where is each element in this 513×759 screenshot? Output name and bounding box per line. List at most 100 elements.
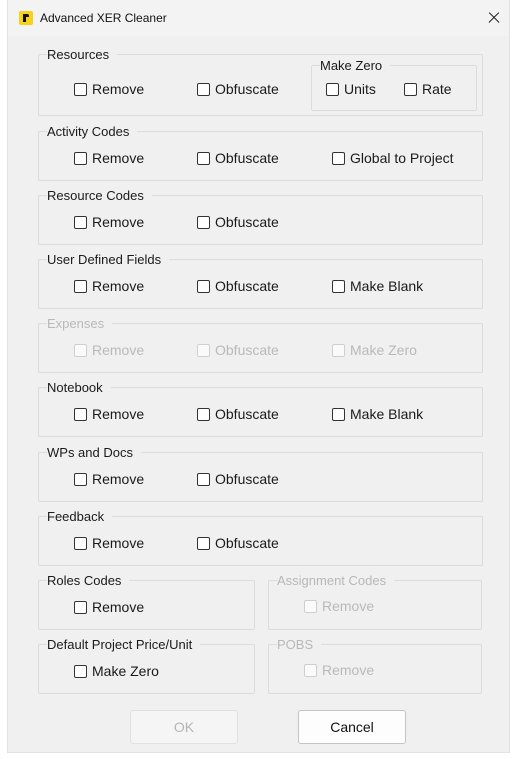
checkbox-label: Remove xyxy=(92,599,145,615)
group-default-project-price: Default Project Price/Unit Make Zero xyxy=(38,637,255,694)
checkbox-box xyxy=(332,343,345,357)
group-title: Make Zero xyxy=(320,58,391,74)
checkbox-box[interactable] xyxy=(332,151,345,165)
checkbox-label: Make Zero xyxy=(350,342,417,358)
group-title: Activity Codes xyxy=(47,124,138,140)
group-notebook: Notebook Remove Obfuscate Make Blank xyxy=(38,380,483,437)
checkbox-label: Remove xyxy=(92,81,145,97)
checkbox-label: Remove xyxy=(92,278,145,294)
checkbox-box xyxy=(74,343,87,357)
notebook-remove-checkbox[interactable]: Remove xyxy=(74,405,144,423)
resources-obfuscate-checkbox[interactable]: Obfuscate xyxy=(197,80,279,98)
group-roles-codes: Roles Codes Remove xyxy=(38,573,255,630)
checkbox-box[interactable] xyxy=(197,536,210,550)
checkbox-box[interactable] xyxy=(197,151,210,165)
checkbox-box[interactable] xyxy=(326,82,339,96)
checkbox-box[interactable] xyxy=(74,664,87,678)
group-pobs: POBS Remove xyxy=(268,637,482,694)
group-title: Expenses xyxy=(47,316,113,332)
activity-codes-remove-checkbox[interactable]: Remove xyxy=(74,149,144,167)
feedback-remove-checkbox[interactable]: Remove xyxy=(74,534,144,552)
roles-codes-remove-checkbox[interactable]: Remove xyxy=(74,598,144,616)
group-user-defined-fields: User Defined Fields Remove Obfuscate Mak… xyxy=(38,252,483,309)
resources-remove-checkbox[interactable]: Remove xyxy=(74,80,144,98)
checkbox-box[interactable] xyxy=(197,82,210,96)
dialog-window: Advanced XER Cleaner Resources Remove Ob… xyxy=(8,0,509,752)
checkbox-label: Remove xyxy=(92,342,145,358)
feedback-obfuscate-checkbox[interactable]: Obfuscate xyxy=(197,534,279,552)
checkbox-label: Make Zero xyxy=(92,663,159,679)
checkbox-box[interactable] xyxy=(74,215,87,229)
group-resources: Resources Remove Obfuscate Make Zero Uni… xyxy=(38,47,483,116)
activity-codes-obfuscate-checkbox[interactable]: Obfuscate xyxy=(197,149,279,167)
checkbox-box[interactable] xyxy=(404,82,417,96)
cancel-button[interactable]: Cancel xyxy=(298,710,406,744)
window-title: Advanced XER Cleaner xyxy=(40,11,167,25)
checkbox-label: Obfuscate xyxy=(215,471,279,487)
checkbox-box[interactable] xyxy=(197,279,210,293)
make-zero-units-checkbox[interactable]: Units xyxy=(326,80,376,98)
default-price-make-zero-checkbox[interactable]: Make Zero xyxy=(74,662,159,680)
checkbox-box[interactable] xyxy=(74,407,87,421)
checkbox-box[interactable] xyxy=(74,536,87,550)
group-feedback: Feedback Remove Obfuscate xyxy=(38,509,483,566)
checkbox-box[interactable] xyxy=(74,279,87,293)
checkbox-label: Make Blank xyxy=(350,278,424,294)
group-title: Notebook xyxy=(47,380,111,396)
checkbox-box[interactable] xyxy=(197,215,210,229)
notebook-obfuscate-checkbox[interactable]: Obfuscate xyxy=(197,405,279,423)
checkbox-label: Obfuscate xyxy=(215,342,279,358)
resource-codes-remove-checkbox[interactable]: Remove xyxy=(74,213,144,231)
checkbox-label: Make Blank xyxy=(350,406,424,422)
udf-remove-checkbox[interactable]: Remove xyxy=(74,277,144,295)
title-bar: Advanced XER Cleaner xyxy=(8,0,509,36)
checkbox-box[interactable] xyxy=(197,472,210,486)
group-title: POBS xyxy=(277,637,322,653)
checkbox-box[interactable] xyxy=(197,407,210,421)
ok-button: OK xyxy=(130,710,238,744)
checkbox-box xyxy=(304,663,317,677)
app-logo-icon xyxy=(19,11,33,25)
checkbox-box[interactable] xyxy=(74,600,87,614)
checkbox-label: Obfuscate xyxy=(215,535,279,551)
pobs-remove-checkbox: Remove xyxy=(304,661,374,679)
wps-docs-remove-checkbox[interactable]: Remove xyxy=(74,470,144,488)
assignment-codes-remove-checkbox: Remove xyxy=(304,597,374,615)
checkbox-box[interactable] xyxy=(74,151,87,165)
checkbox-label: Remove xyxy=(322,598,375,614)
checkbox-label: Remove xyxy=(92,150,145,166)
checkbox-label: Remove xyxy=(92,471,145,487)
checkbox-label: Obfuscate xyxy=(215,214,279,230)
notebook-make-blank-checkbox[interactable]: Make Blank xyxy=(332,405,423,423)
close-icon[interactable] xyxy=(479,0,509,36)
checkbox-box[interactable] xyxy=(74,472,87,486)
checkbox-label: Remove xyxy=(92,406,145,422)
expenses-make-zero-checkbox: Make Zero xyxy=(332,341,417,359)
group-expenses: Expenses Remove Obfuscate Make Zero xyxy=(38,316,483,373)
group-wps-and-docs: WPs and Docs Remove Obfuscate xyxy=(38,445,483,502)
activity-codes-global-checkbox[interactable]: Global to Project xyxy=(332,149,454,167)
group-assignment-codes: Assignment Codes Remove xyxy=(268,573,482,630)
checkbox-label: Remove xyxy=(92,535,145,551)
group-resource-codes: Resource Codes Remove Obfuscate xyxy=(38,188,483,245)
checkbox-label: Remove xyxy=(322,662,375,678)
group-title: Feedback xyxy=(47,509,113,525)
make-zero-rate-checkbox[interactable]: Rate xyxy=(404,80,452,98)
group-title: Resource Codes xyxy=(47,188,152,204)
checkbox-label: Obfuscate xyxy=(215,150,279,166)
checkbox-box xyxy=(304,599,317,613)
checkbox-box[interactable] xyxy=(332,279,345,293)
udf-obfuscate-checkbox[interactable]: Obfuscate xyxy=(197,277,279,295)
checkbox-box[interactable] xyxy=(332,407,345,421)
expenses-obfuscate-checkbox: Obfuscate xyxy=(197,341,279,359)
checkbox-box[interactable] xyxy=(74,82,87,96)
group-title: User Defined Fields xyxy=(47,252,170,268)
resource-codes-obfuscate-checkbox[interactable]: Obfuscate xyxy=(197,213,279,231)
group-activity-codes: Activity Codes Remove Obfuscate Global t… xyxy=(38,124,483,181)
checkbox-box xyxy=(197,343,210,357)
wps-docs-obfuscate-checkbox[interactable]: Obfuscate xyxy=(197,470,279,488)
group-title: Resources xyxy=(47,47,118,63)
udf-make-blank-checkbox[interactable]: Make Blank xyxy=(332,277,423,295)
expenses-remove-checkbox: Remove xyxy=(74,341,144,359)
checkbox-label: Obfuscate xyxy=(215,81,279,97)
